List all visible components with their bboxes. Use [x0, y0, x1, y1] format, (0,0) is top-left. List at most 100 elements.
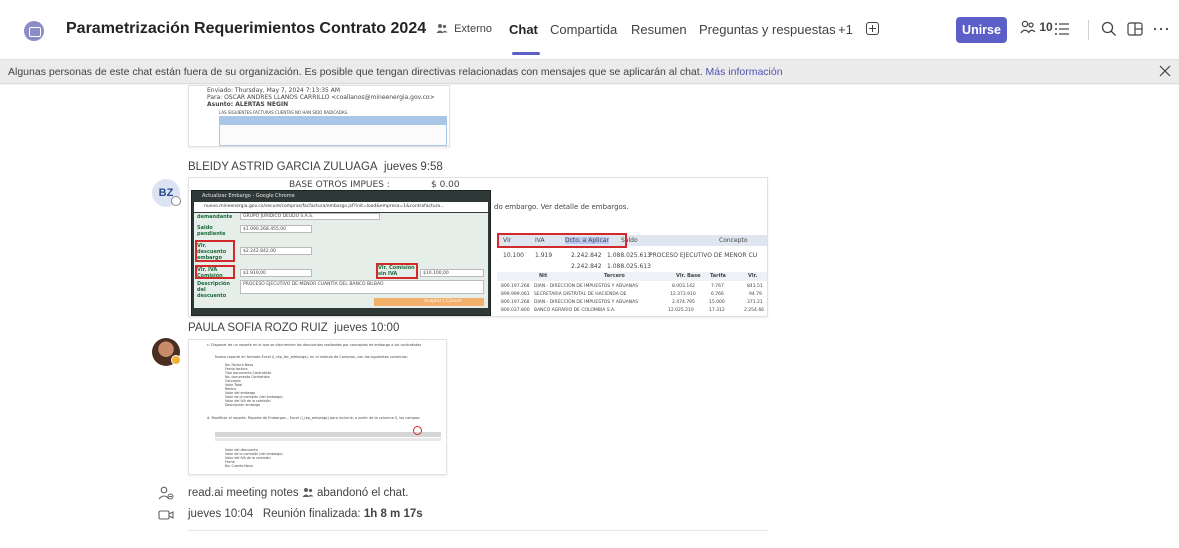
field-value-saldo: $1.090.268.455,00	[243, 227, 286, 232]
field-label-saldo: Saldo pendiente	[197, 225, 226, 237]
chat-header: Parametrización Requerimientos Contrato …	[0, 0, 1179, 60]
banner-text: Algunas personas de este chat están fuer…	[8, 66, 703, 78]
active-tab-indicator	[512, 52, 540, 55]
field-value-comision: $10.100,00	[423, 271, 449, 276]
field-descuento: $2.242.842,00	[240, 247, 312, 255]
highlight-box	[195, 240, 235, 262]
close-icon[interactable]	[1157, 63, 1173, 79]
external-badge: Externo	[436, 22, 492, 35]
dialog-url-bar: nuevo.mineenergia.gov.co/secure/compras/…	[194, 202, 488, 212]
header-divider	[1088, 20, 1089, 40]
presence-status-icon	[171, 196, 181, 206]
meeting-ended-icon	[158, 510, 174, 520]
req-col2-5: No. Cuenta Nevo	[225, 464, 253, 468]
list-icon[interactable]	[1052, 18, 1074, 40]
add-tab-icon[interactable]	[866, 22, 879, 35]
email-table-header	[219, 116, 447, 124]
detail-row-1-nit: 800.197.268	[501, 284, 530, 289]
dialog-buttons-label: Aceptar | Cancel	[424, 299, 462, 304]
highlight-box	[376, 263, 418, 279]
row-vlr: 10.100	[503, 252, 524, 259]
detail-row-4-tercero: BANCO AGRARIO DE COLOMBIA S.A.	[534, 308, 616, 313]
row-saldo: 1.088.025.613	[607, 252, 651, 259]
highlight-box	[195, 265, 235, 279]
detail-row-2-tercero: SECRETARIA DISTRITAL DE HACIENDA DE	[534, 292, 627, 297]
message-time: jueves 10:00	[334, 322, 400, 334]
message-divider	[188, 530, 768, 531]
meeting-ended-event: jueves 10:04 Reunión finalizada: 1h 8 m …	[188, 508, 423, 520]
row2-dcto: 2.242.842	[571, 263, 602, 270]
email-sent-line: Enviado: Thursday, May 7, 2024 7:13:35 A…	[207, 87, 341, 94]
participant-count: 10	[1039, 20, 1053, 34]
tab-preguntas-y-respuestas[interactable]: Preguntas y respuestas	[699, 22, 836, 37]
message-image-email[interactable]: Enviado: Thursday, May 7, 2024 7:13:35 A…	[188, 85, 450, 147]
tab-resumen[interactable]: Resumen	[631, 22, 687, 37]
message-image-requirements[interactable]: c. Disponer de un reporte en el que se d…	[188, 339, 447, 475]
external-badge-label: Externo	[454, 23, 492, 35]
field-descripcion: PROCESO EJECUTIVO DE MENOR CUANTÍA DEL B…	[240, 280, 484, 294]
detail-row-3-base: 2.474.795	[672, 300, 695, 305]
search-icon[interactable]	[1098, 18, 1120, 40]
more-options-icon[interactable]	[1150, 18, 1172, 40]
detail-row-1-base: 8.003.142	[672, 284, 695, 289]
detail-row-2-nit: 899.999.061	[501, 292, 530, 297]
tab-chat[interactable]: Chat	[509, 22, 538, 37]
message-time: jueves 9:58	[383, 161, 443, 173]
participants-button[interactable]: 10	[1020, 20, 1053, 34]
sender-name: BLEIDY ASTRID GARCIA ZULUAGA	[188, 161, 378, 173]
report-preview-bar	[215, 432, 441, 437]
base-otros-value: $ 0.00	[431, 180, 460, 190]
detail-col-vlr: Vlr.	[748, 273, 758, 279]
dialog-buttons: Aceptar | Cancel	[374, 298, 484, 306]
field-value-demandante: GRUPO JURIDICO DEUDU S.A.S.	[243, 214, 314, 219]
field-value-descuento: $2.242.842,00	[243, 249, 276, 254]
field-saldo: $1.090.268.455,00	[240, 225, 312, 233]
detail-row-3-vlr: 371.21	[747, 300, 763, 305]
req-item-d: d. Modificar el reporte. Reporte de Emba…	[207, 416, 421, 420]
tab-compartida[interactable]: Compartida	[550, 22, 617, 37]
event-label: Reunión finalizada:	[262, 508, 361, 520]
dialog-url: nuevo.mineenergia.gov.co/secure/compras/…	[204, 204, 445, 209]
join-button[interactable]: Unirse	[956, 17, 1007, 43]
people-icon	[302, 488, 314, 497]
detail-col-nit: Nit	[539, 273, 548, 279]
row-concepto: PROCESO EJECUTIVO DE MENOR CU	[649, 252, 758, 259]
detail-row-3-tarifa: 15.000	[709, 300, 725, 305]
detail-row-3-tercero: DIAN - DIRECCION DE IMPUESTOS Y ADUANAS	[534, 300, 639, 305]
dialog-form: demandante GRUPO JURIDICO DEUDU S.A.S. S…	[194, 213, 488, 308]
embargo-dialog: Actualizar Embargo - Google Chrome nuevo…	[191, 190, 491, 316]
detail-row-1-tarifa: 7.767	[711, 284, 724, 289]
more-info-link[interactable]: Más información	[706, 66, 783, 78]
message-image-embargo[interactable]: BASE OTROS IMPUES : $ 0.00 do embargo. V…	[188, 177, 768, 317]
field-comision: $10.100,00	[420, 269, 484, 277]
field-label-descripcion: Descripción del descuento	[197, 281, 230, 299]
detail-row-1-vlr: 843.51	[747, 284, 763, 289]
row-iva: 1.919	[535, 252, 553, 259]
field-value-descripcion: PROCESO EJECUTIVO DE MENOR CUANTÍA DEL B…	[243, 282, 384, 287]
message-list[interactable]: Enviado: Thursday, May 7, 2024 7:13:35 A…	[0, 85, 1179, 548]
field-value-iva: $1.919,00	[243, 271, 266, 276]
detail-row-1-tercero: DIAN - DIRECCION DE IMPUESTOS Y ADUANAS	[534, 284, 639, 289]
meeting-duration: 1h 8 m 17s	[363, 508, 423, 520]
detail-row-2-vlr: 94.79	[749, 292, 762, 297]
message-sender: BLEIDY ASTRID GARCIA ZULUAGA jueves 9:58	[188, 161, 443, 173]
tab-more[interactable]: +1	[838, 22, 853, 37]
people-icon	[436, 24, 448, 33]
event-action: abandonó el chat.	[317, 487, 409, 499]
left-chat-event: read.ai meeting notes abandonó el chat.	[188, 486, 408, 499]
field-demandante: GRUPO JURIDICO DEUDU S.A.S.	[240, 213, 380, 220]
row-dcto: 2.242.842	[571, 252, 602, 259]
row2-saldo: 1.088.025.613	[607, 263, 651, 270]
sender-name: PAULA SOFIA ROZO RUIZ	[188, 322, 328, 334]
detail-row-2-base: 12.373.910	[670, 292, 696, 297]
detail-row-4-base: 12.025.210	[668, 308, 694, 313]
highlight-box	[497, 233, 627, 248]
detail-row-4-vlr: 2.254.66	[744, 308, 765, 313]
field-label-demandante: demandante	[197, 214, 233, 220]
col-concepto: Concepto	[719, 237, 748, 244]
message-sender: PAULA SOFIA ROZO RUIZ jueves 10:00	[188, 322, 399, 334]
email-table-title: LAS SIGUIENTES FACTURAS CUENTAS NO HAN S…	[219, 110, 348, 115]
chat-title[interactable]: Parametrización Requerimientos Contrato …	[66, 20, 426, 38]
pop-out-icon[interactable]	[1124, 18, 1146, 40]
group-chat-icon	[24, 21, 44, 41]
